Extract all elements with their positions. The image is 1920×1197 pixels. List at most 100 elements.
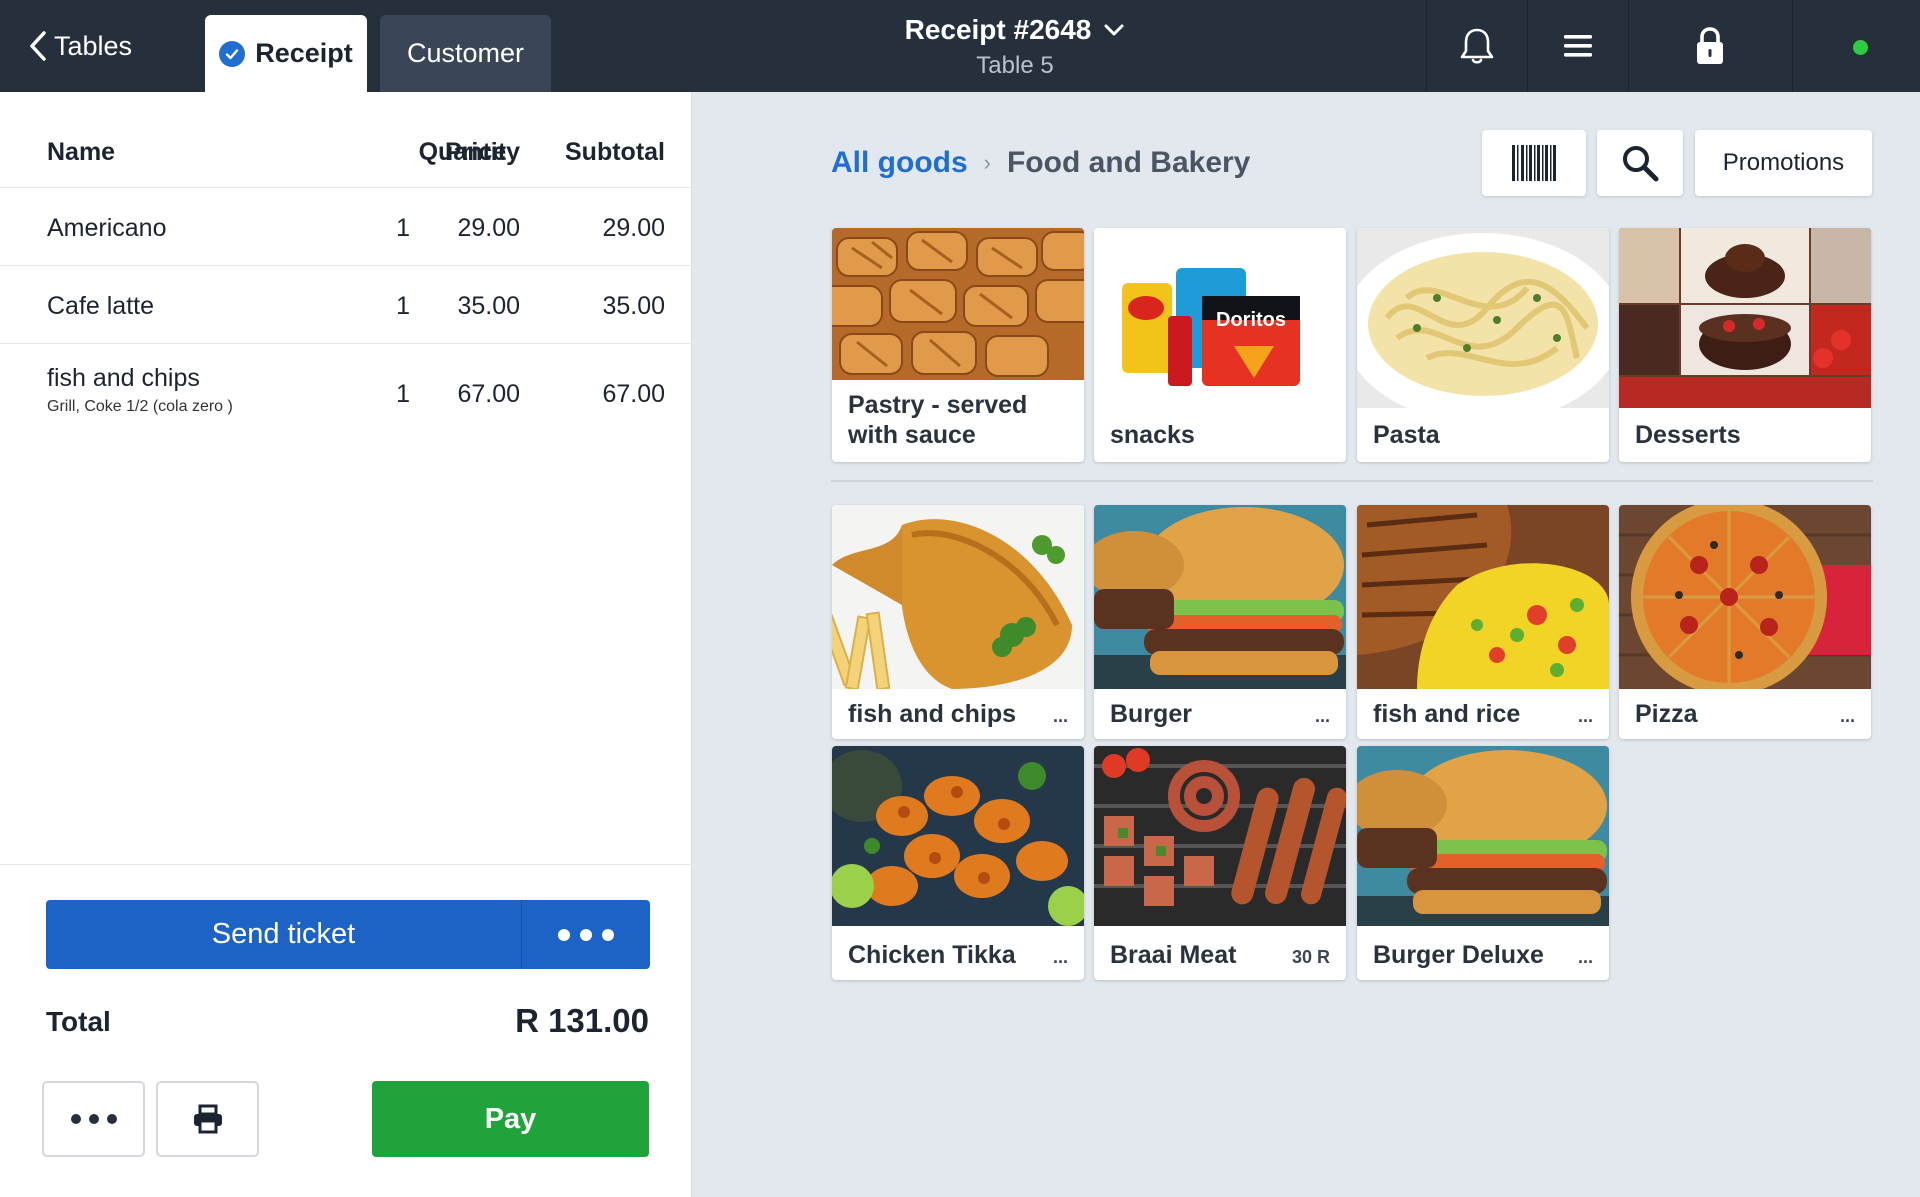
receipt-table-header: Name Quantity Subtotal bbox=[0, 92, 692, 188]
search-button[interactable] bbox=[1597, 130, 1683, 196]
notifications-button[interactable] bbox=[1426, 0, 1526, 92]
lock-icon bbox=[1697, 27, 1723, 64]
tab-receipt[interactable]: Receipt bbox=[205, 15, 367, 92]
item-subtotal: 35.00 bbox=[602, 292, 665, 320]
receipt-row[interactable]: Americano 1 29.00 29.00 bbox=[0, 188, 692, 266]
product-name: Chicken Tikka bbox=[848, 941, 1016, 969]
product-more-button[interactable]: ... bbox=[1578, 706, 1593, 727]
category-tile-pastry[interactable]: Pastry - served with sauce bbox=[832, 228, 1084, 462]
fish-and-chips-image bbox=[832, 505, 1084, 689]
breadcrumb: All goods › Food and Bakery bbox=[831, 146, 1250, 180]
menu-icon bbox=[1563, 35, 1592, 57]
category-tile-desserts[interactable]: Desserts bbox=[1619, 228, 1871, 462]
column-price: Price bbox=[445, 138, 507, 166]
item-name: Americano bbox=[47, 214, 167, 242]
product-tile-fish-and-rice[interactable]: fish and rice ... bbox=[1357, 505, 1609, 739]
footer-divider bbox=[0, 864, 692, 865]
printer-icon bbox=[193, 1104, 222, 1134]
product-name: Braai Meat bbox=[1110, 941, 1237, 969]
item-subtotal: 67.00 bbox=[602, 380, 665, 408]
table-label: Table 5 bbox=[976, 52, 1054, 79]
category-tile-snacks[interactable]: Doritos snacks bbox=[1094, 228, 1346, 462]
product-name: Pizza bbox=[1635, 700, 1698, 728]
item-subtotal: 29.00 bbox=[602, 214, 665, 242]
tab-receipt-label: Receipt bbox=[255, 38, 353, 68]
product-name: Burger bbox=[1110, 700, 1192, 728]
svg-text:Doritos: Doritos bbox=[1216, 309, 1286, 331]
product-tile-pizza[interactable]: Pizza ... bbox=[1619, 505, 1871, 739]
product-tile-chicken-tikka[interactable]: Chicken Tikka ... bbox=[832, 746, 1084, 980]
tab-customer[interactable]: Customer bbox=[380, 15, 551, 92]
pasta-image bbox=[1357, 228, 1609, 408]
chicken-tikka-image bbox=[832, 746, 1084, 926]
item-price: 35.00 bbox=[457, 292, 520, 320]
breadcrumb-all-goods[interactable]: All goods bbox=[831, 146, 968, 180]
product-more-button[interactable]: ... bbox=[1053, 706, 1068, 727]
desserts-image bbox=[1619, 228, 1871, 408]
category-name: snacks bbox=[1110, 421, 1195, 449]
tab-customer-label: Customer bbox=[406, 38, 525, 68]
check-icon bbox=[219, 40, 246, 67]
product-tile-burger-deluxe[interactable]: Burger Deluxe ... bbox=[1357, 746, 1609, 980]
item-quantity: 1 bbox=[396, 380, 410, 408]
braai-meat-image bbox=[1094, 746, 1346, 926]
online-status-dot bbox=[1853, 40, 1868, 55]
column-subtotal: Subtotal bbox=[565, 138, 665, 166]
product-name: fish and chips bbox=[848, 700, 1017, 728]
menu-button[interactable] bbox=[1527, 0, 1627, 92]
product-name: fish and rice bbox=[1373, 700, 1521, 728]
burger-deluxe-image bbox=[1357, 746, 1609, 926]
chevron-down-icon bbox=[1104, 24, 1124, 36]
product-more-button[interactable]: ... bbox=[1315, 706, 1330, 727]
receipt-row[interactable]: fish and chips Grill, Coke 1/2 (cola zer… bbox=[0, 344, 692, 440]
product-tile-fish-and-chips[interactable]: fish and chips ... bbox=[832, 505, 1084, 739]
item-quantity: 1 bbox=[396, 292, 410, 320]
pastry-image bbox=[832, 228, 1084, 380]
barcode-button[interactable] bbox=[1482, 130, 1586, 196]
product-more-button[interactable]: ... bbox=[1578, 947, 1593, 968]
category-name: Pasta bbox=[1373, 421, 1440, 449]
product-tile-burger[interactable]: Burger ... bbox=[1094, 505, 1346, 739]
item-name: fish and chips bbox=[47, 364, 200, 392]
item-price: 29.00 bbox=[457, 214, 520, 242]
category-name: Desserts bbox=[1635, 421, 1741, 449]
lock-button[interactable] bbox=[1628, 0, 1791, 92]
item-name: Cafe latte bbox=[47, 292, 155, 320]
burger-image bbox=[1094, 505, 1346, 689]
back-label: Tables bbox=[54, 30, 133, 61]
snacks-image: Doritos bbox=[1094, 228, 1346, 408]
pay-button[interactable]: Pay bbox=[372, 1081, 649, 1157]
total-value: R 131.00 bbox=[515, 1002, 649, 1039]
more-dots-icon bbox=[70, 1114, 81, 1124]
bell-icon bbox=[1460, 28, 1493, 64]
receipt-number: Receipt #2648 bbox=[904, 14, 1092, 45]
barcode-icon bbox=[1512, 145, 1556, 181]
breadcrumb-current: Food and Bakery bbox=[1006, 146, 1251, 179]
more-options-button[interactable] bbox=[42, 1081, 145, 1157]
product-tile-braai-meat[interactable]: Braai Meat 30 R bbox=[1094, 746, 1346, 980]
product-more-button[interactable]: ... bbox=[1840, 706, 1855, 727]
send-ticket-button[interactable]: Send ticket bbox=[46, 900, 521, 969]
item-price: 67.00 bbox=[457, 380, 520, 408]
product-more-button[interactable]: ... bbox=[1053, 947, 1068, 968]
item-modifiers: Grill, Coke 1/2 (cola zero ) bbox=[47, 398, 233, 415]
search-icon bbox=[1623, 146, 1659, 182]
back-to-tables-button[interactable]: Tables bbox=[28, 30, 132, 62]
send-ticket-more-button[interactable] bbox=[521, 900, 650, 969]
column-name: Name bbox=[47, 138, 116, 166]
fish-and-rice-image bbox=[1357, 505, 1609, 689]
receipt-selector[interactable]: Receipt #2648 Table 5 bbox=[860, 14, 1170, 80]
promotions-button[interactable]: Promotions bbox=[1695, 130, 1872, 196]
top-bar: Tables Receipt Customer Receipt #2648 Ta… bbox=[0, 0, 1920, 92]
category-tile-pasta[interactable]: Pasta bbox=[1357, 228, 1609, 462]
breadcrumb-separator-icon: › bbox=[983, 150, 991, 175]
print-button[interactable] bbox=[156, 1081, 259, 1157]
receipt-panel: Name Quantity Subtotal Price Americano 1… bbox=[0, 92, 692, 1197]
product-price: 30 R bbox=[1291, 947, 1330, 967]
pizza-image bbox=[1619, 505, 1871, 689]
section-divider bbox=[831, 480, 1873, 482]
receipt-row[interactable]: Cafe latte 1 35.00 35.00 bbox=[0, 266, 692, 344]
item-quantity: 1 bbox=[396, 214, 410, 242]
chevron-left-icon bbox=[30, 31, 46, 61]
category-name: Pastry - served with sauce bbox=[848, 391, 1028, 449]
